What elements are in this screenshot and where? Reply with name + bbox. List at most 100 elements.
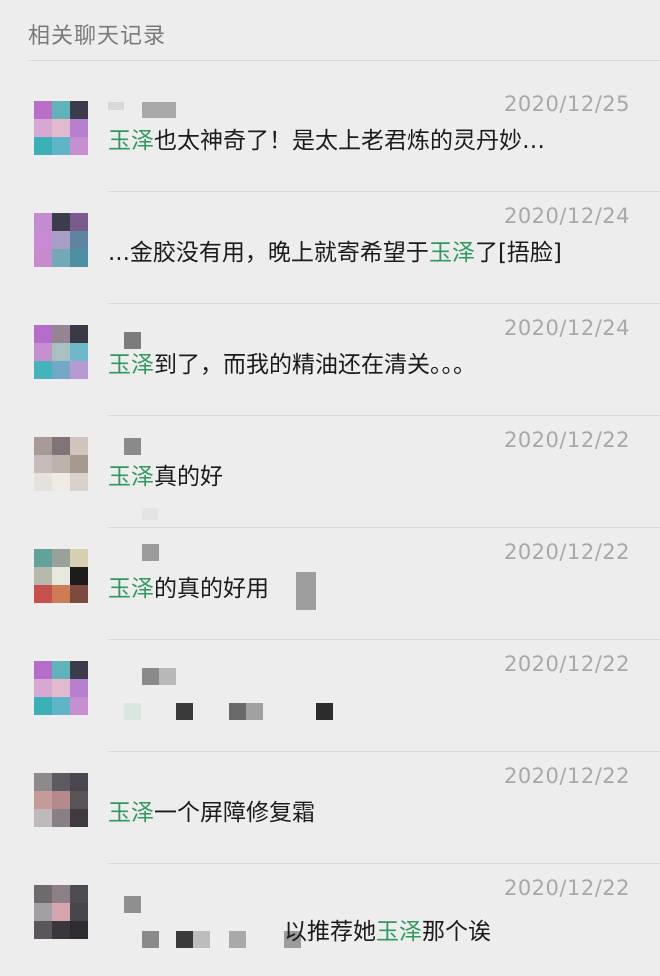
- avatar-pixel: [70, 213, 88, 231]
- avatar-pixel: [34, 903, 52, 921]
- pixelated-text: [142, 508, 158, 520]
- avatar: [34, 325, 88, 379]
- avatar-pixel: [70, 249, 88, 267]
- chat-record-row[interactable]: 2020/12/22 玉泽一个屏障修复霜: [0, 752, 660, 864]
- pixelated-text: [124, 703, 141, 720]
- chat-record-row[interactable]: 2020/12/24 ...金胶没有用，晚上就寄希望于玉泽了[捂脸]: [0, 192, 660, 304]
- avatar-pixel: [70, 773, 88, 791]
- avatar-pixel: [70, 679, 88, 697]
- message-text-after: 那个诶: [422, 919, 491, 945]
- avatar-pixel: [34, 325, 52, 343]
- keyword-highlight: 玉泽: [108, 352, 154, 378]
- avatar-pixel: [70, 903, 88, 921]
- pixelated-text: [176, 703, 193, 720]
- avatar-pixel: [52, 809, 70, 827]
- avatar-pixel: [70, 361, 88, 379]
- avatar: [34, 213, 88, 267]
- message-snippet: ...金胶没有用，晚上就寄希望于玉泽了[捂脸]: [108, 233, 562, 267]
- avatar-pixel: [70, 473, 88, 491]
- pixelated-contact-name: [159, 668, 176, 685]
- message-snippet: 玉泽一个屏障修复霜: [108, 793, 315, 827]
- keyword-highlight: 玉泽: [108, 464, 154, 490]
- avatar-pixel: [70, 437, 88, 455]
- avatar-pixel: [34, 773, 52, 791]
- chat-record-row[interactable]: 2020/12/22 玉泽的真的好用: [0, 528, 660, 640]
- avatar-pixel: [70, 661, 88, 679]
- avatar: [34, 549, 88, 603]
- avatar: [34, 773, 88, 827]
- pixelated-text: [142, 931, 159, 948]
- avatar-pixel: [52, 119, 70, 137]
- avatar-pixel: [52, 921, 70, 939]
- message-text-after: 一个屏障修复霜: [154, 800, 315, 826]
- message-date: 2020/12/22: [503, 652, 630, 676]
- avatar-pixel: [52, 567, 70, 585]
- pixelated-text: [316, 703, 333, 720]
- avatar-pixel: [34, 661, 52, 679]
- pixelated-text: [176, 931, 193, 948]
- avatar-pixel: [70, 885, 88, 903]
- avatar-pixel: [52, 585, 70, 603]
- avatar-pixel: [70, 101, 88, 119]
- pixelated-contact-name: [142, 544, 159, 561]
- message-date: 2020/12/22: [503, 428, 630, 452]
- avatar-pixel: [34, 921, 52, 939]
- message-text-after: 了[捂脸]: [474, 240, 562, 266]
- message-date: 2020/12/22: [503, 540, 630, 564]
- avatar-pixel: [52, 361, 70, 379]
- pixelated-text: [246, 703, 263, 720]
- avatar-pixel: [34, 249, 52, 267]
- chat-record-row[interactable]: 2020/12/22 以推荐她玉泽那个诶: [0, 864, 660, 976]
- pixelated-text: [193, 931, 210, 948]
- pixelated-text: [229, 703, 246, 720]
- chat-record-row[interactable]: 2020/12/22: [0, 640, 660, 752]
- avatar-pixel: [52, 213, 70, 231]
- pixelated-text: [296, 572, 316, 610]
- avatar-pixel: [52, 661, 70, 679]
- message-text-after: 也太神奇了！是太上老君炼的灵丹妙…: [154, 128, 545, 154]
- avatar-pixel: [52, 249, 70, 267]
- avatar-pixel: [52, 343, 70, 361]
- chat-record-row[interactable]: 2020/12/22 玉泽真的好: [0, 416, 660, 528]
- message-snippet: 以推荐她玉泽那个诶: [284, 912, 491, 946]
- message-snippet: 玉泽也太神奇了！是太上老君炼的灵丹妙…: [108, 121, 545, 155]
- avatar-pixel: [52, 455, 70, 473]
- avatar-pixel: [34, 101, 52, 119]
- message-snippet: 玉泽的真的好用: [108, 569, 269, 603]
- pixelated-text: [229, 931, 246, 948]
- avatar-pixel: [34, 679, 52, 697]
- avatar-pixel: [70, 231, 88, 249]
- avatar-pixel: [70, 697, 88, 715]
- avatar-pixel: [34, 473, 52, 491]
- avatar-pixel: [34, 231, 52, 249]
- avatar-pixel: [34, 343, 52, 361]
- avatar-pixel: [52, 437, 70, 455]
- avatar: [34, 101, 88, 155]
- avatar-pixel: [70, 343, 88, 361]
- avatar-pixel: [34, 137, 52, 155]
- avatar-pixel: [34, 791, 52, 809]
- avatar-pixel: [34, 213, 52, 231]
- avatar-pixel: [34, 361, 52, 379]
- message-date: 2020/12/25: [503, 92, 630, 116]
- keyword-highlight: 玉泽: [108, 576, 154, 602]
- avatar-pixel: [52, 101, 70, 119]
- avatar-pixel: [52, 325, 70, 343]
- chat-record-row[interactable]: 2020/12/24 玉泽到了，而我的精油还在清关。。。: [0, 304, 660, 416]
- message-date: 2020/12/22: [503, 876, 630, 900]
- avatar-pixel: [34, 809, 52, 827]
- avatar-pixel: [34, 437, 52, 455]
- header-divider: [28, 60, 660, 61]
- message-date: 2020/12/24: [503, 316, 630, 340]
- avatar-pixel: [52, 473, 70, 491]
- avatar-pixel: [70, 137, 88, 155]
- avatar-pixel: [34, 567, 52, 585]
- message-snippet: 玉泽到了，而我的精油还在清关。。。: [108, 345, 476, 379]
- avatar: [34, 661, 88, 715]
- pixelated-contact-name: [142, 102, 176, 118]
- avatar-pixel: [70, 809, 88, 827]
- chat-record-row[interactable]: 2020/12/25 玉泽也太神奇了！是太上老君炼的灵丹妙…: [0, 80, 660, 192]
- message-text-after: 到了，而我的精油还在清关。。。: [154, 352, 476, 378]
- avatar-pixel: [34, 585, 52, 603]
- avatar-pixel: [52, 697, 70, 715]
